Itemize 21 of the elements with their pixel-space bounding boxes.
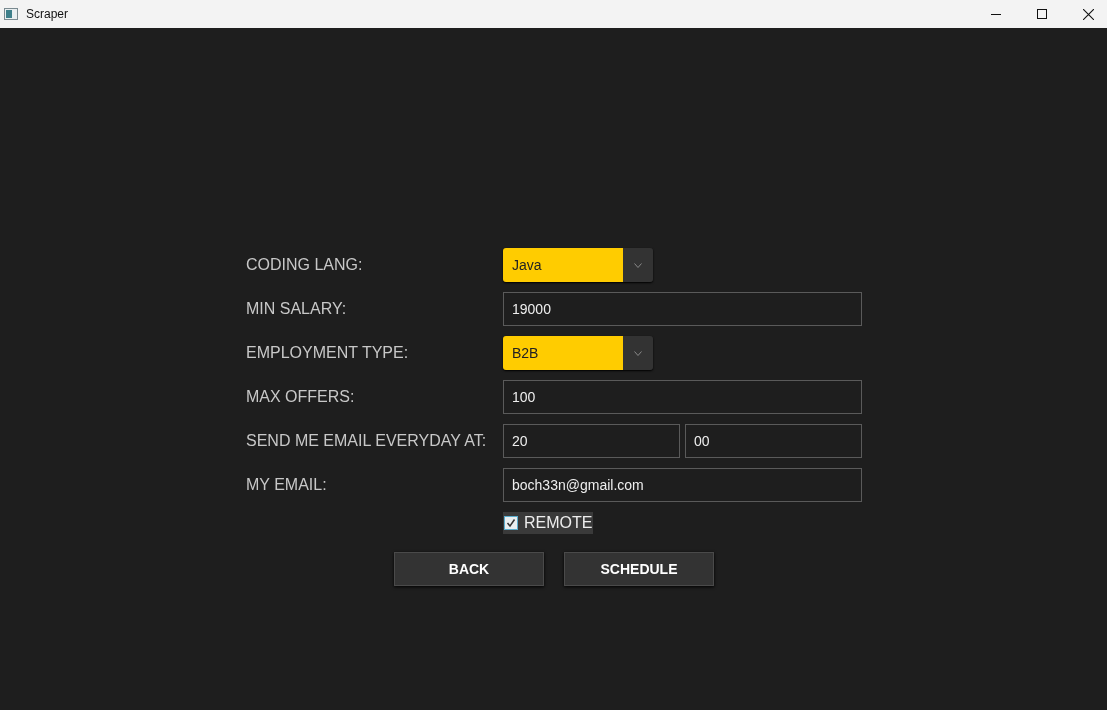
hour-field[interactable]: 20 xyxy=(503,424,680,458)
chevron-down-icon xyxy=(634,350,642,356)
app-icon xyxy=(4,8,18,20)
input-field[interactable]: boch33n@gmail.com xyxy=(503,468,862,502)
schedule-button[interactable]: SCHEDULE xyxy=(564,552,714,586)
maximize-icon[interactable] xyxy=(1037,9,1047,19)
field-label: EMPLOYMENT TYPE: xyxy=(246,343,410,363)
window-title: Scraper xyxy=(26,7,69,21)
field-label: MY EMAIL: xyxy=(246,475,328,495)
input-field[interactable]: 100 xyxy=(503,380,862,414)
remote-checkbox[interactable]: REMOTE xyxy=(503,512,594,534)
field-label: MAX OFFERS: xyxy=(246,387,356,407)
chevron-down-icon xyxy=(634,262,642,268)
close-icon[interactable] xyxy=(1083,8,1094,20)
field-label: CODING LANG: xyxy=(246,255,364,275)
input-field[interactable]: 19000 xyxy=(503,292,862,326)
field-label: MIN SALARY: xyxy=(246,299,348,319)
back-button[interactable]: BACK xyxy=(394,552,544,586)
minute-field[interactable]: 00 xyxy=(685,424,862,458)
field-label: SEND ME EMAIL EVERYDAY AT: xyxy=(246,431,488,451)
minimize-icon[interactable] xyxy=(991,13,1001,15)
